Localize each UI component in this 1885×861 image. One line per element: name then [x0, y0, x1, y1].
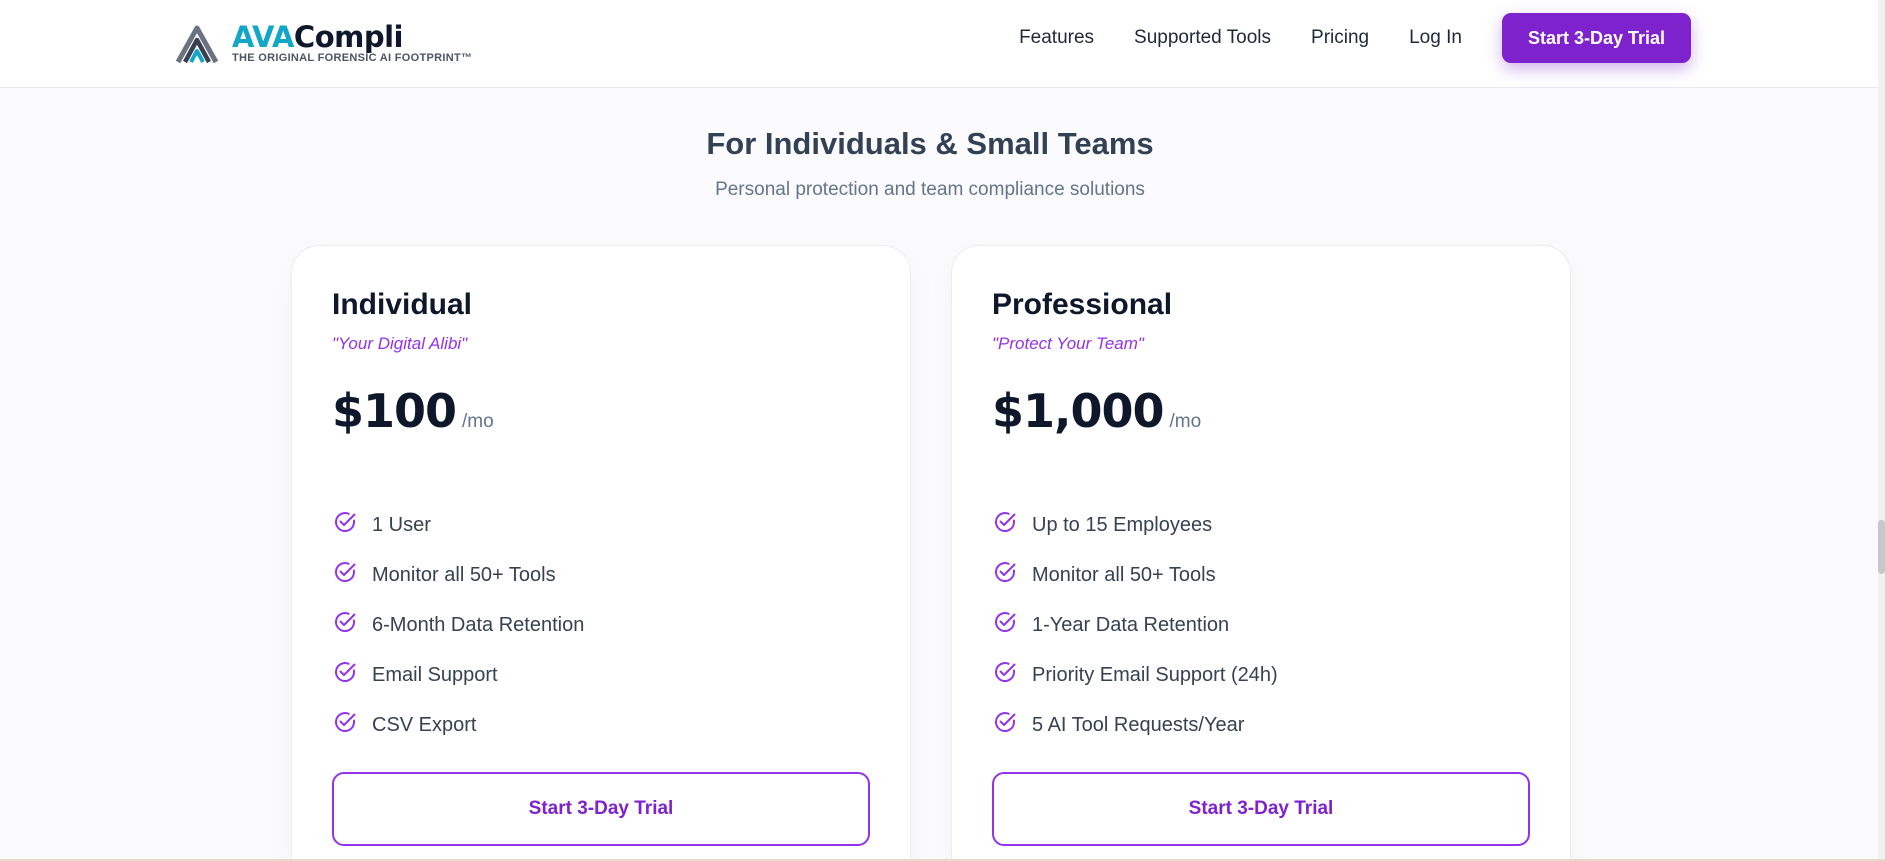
- feature-text: Email Support: [372, 663, 498, 686]
- plan-price: $100: [332, 384, 457, 438]
- pricing-card-professional: Professional "Protect Your Team" $1,000 …: [951, 245, 1571, 861]
- feature-text: Monitor all 50+ Tools: [372, 563, 556, 586]
- brand-tagline: THE ORIGINAL FORENSIC AI FOOTPRINT™: [232, 51, 473, 64]
- plan-price: $1,000: [992, 384, 1165, 438]
- page-scrollbar-track[interactable]: [1878, 0, 1885, 861]
- plan-motto: "Your Digital Alibi": [332, 334, 468, 353]
- price-period: /mo: [462, 411, 494, 432]
- feature-text: Monitor all 50+ Tools: [1032, 563, 1216, 586]
- section-subtitle: Personal protection and team compliance …: [715, 179, 1145, 200]
- check-circle-icon: [335, 712, 356, 733]
- plan-motto: "Protect Your Team": [992, 334, 1144, 353]
- professional-start-trial-button[interactable]: Start 3-Day Trial: [992, 772, 1530, 846]
- nav-login-link[interactable]: Log In: [1409, 27, 1462, 49]
- brand-name-compli: Compli: [293, 19, 404, 54]
- brand-name: AVACompli: [232, 19, 472, 54]
- stacked-chevron-logo-icon: [175, 25, 219, 64]
- brand-text: AVACompli THE ORIGINAL FORENSIC AI FOOTP…: [232, 21, 472, 64]
- check-circle-icon: [335, 562, 356, 583]
- header-start-trial-button[interactable]: Start 3-Day Trial: [1501, 13, 1691, 63]
- page-scrollbar-thumb[interactable]: [1878, 520, 1885, 574]
- feature-item: 6-Month Data Retention: [332, 600, 870, 650]
- feature-text: Up to 15 Employees: [1032, 513, 1213, 536]
- feature-item: Email Support: [332, 650, 870, 700]
- main-nav: Features Supported Tools Pricing Log In …: [1019, 12, 1691, 64]
- feature-text: 5 AI Tool Requests/Year: [1032, 713, 1245, 736]
- nav-pricing-link[interactable]: Pricing: [1311, 27, 1369, 49]
- check-circle-icon: [995, 512, 1016, 533]
- check-circle-icon: [995, 612, 1016, 633]
- feature-item: Up to 15 Employees: [992, 500, 1530, 550]
- nav-supported-tools-link[interactable]: Supported Tools: [1134, 27, 1271, 49]
- feature-item: Monitor all 50+ Tools: [992, 550, 1530, 600]
- section-title: For Individuals & Small Teams: [706, 126, 1154, 161]
- feature-item: 1 User: [332, 500, 870, 550]
- brand-logo-link[interactable]: AVACompli THE ORIGINAL FORENSIC AI FOOTP…: [174, 12, 472, 72]
- price-row: $100 /mo: [332, 384, 870, 438]
- feature-text: 1 User: [372, 513, 431, 536]
- individual-start-trial-button[interactable]: Start 3-Day Trial: [332, 772, 870, 846]
- pricing-card-individual: Individual "Your Digital Alibi" $100 /mo…: [291, 245, 911, 861]
- feature-item: 5 AI Tool Requests/Year: [992, 700, 1530, 750]
- feature-text: CSV Export: [372, 713, 477, 736]
- price-period: /mo: [1169, 411, 1202, 432]
- feature-item: Monitor all 50+ Tools: [332, 550, 870, 600]
- feature-text: Priority Email Support (24h): [1032, 663, 1278, 686]
- check-circle-icon: [335, 512, 356, 533]
- price-row: $1,000 /mo: [992, 384, 1530, 438]
- feature-item: Priority Email Support (24h): [992, 650, 1530, 700]
- check-circle-icon: [995, 562, 1016, 583]
- check-circle-icon: [995, 712, 1016, 733]
- nav-features-link[interactable]: Features: [1019, 27, 1094, 49]
- check-circle-icon: [335, 662, 356, 683]
- check-circle-icon: [995, 662, 1016, 683]
- feature-list: Up to 15 Employees Monitor all 50+ Tools…: [992, 500, 1530, 750]
- plan-name: Individual: [332, 288, 473, 321]
- plan-name: Professional: [992, 288, 1173, 321]
- feature-item: 1-Year Data Retention: [992, 600, 1530, 650]
- feature-item: CSV Export: [332, 700, 870, 750]
- check-circle-icon: [335, 612, 356, 633]
- brand-name-ava: AVA: [232, 19, 294, 54]
- feature-text: 1-Year Data Retention: [1032, 613, 1230, 636]
- site-header: AVACompli THE ORIGINAL FORENSIC AI FOOTP…: [0, 0, 1885, 88]
- feature-text: 6-Month Data Retention: [372, 613, 585, 636]
- feature-list: 1 User Monitor all 50+ Tools 6-Month Dat…: [332, 500, 870, 750]
